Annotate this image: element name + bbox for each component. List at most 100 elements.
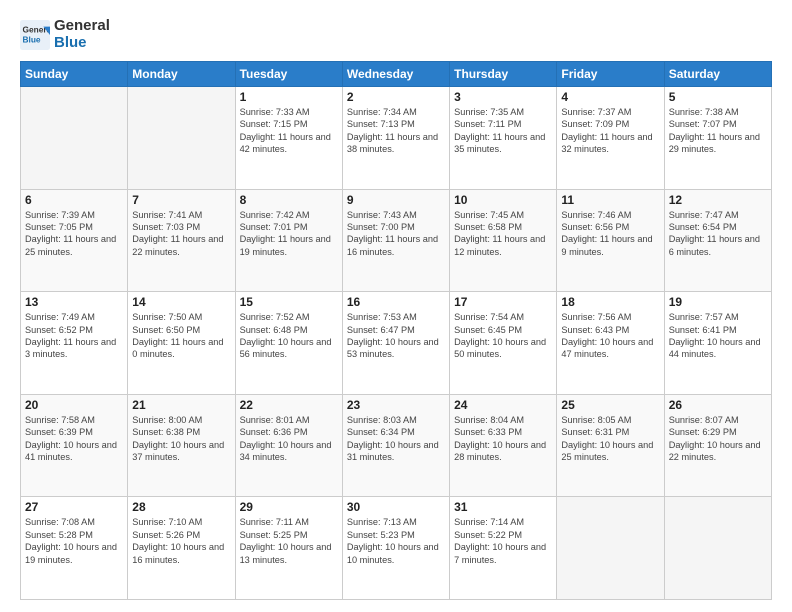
calendar-cell: 4 Sunrise: 7:37 AM Sunset: 7:09 PM Daylig… — [557, 87, 664, 190]
calendar-cell: 27 Sunrise: 7:08 AM Sunset: 5:28 PM Dayli… — [21, 497, 128, 600]
day-number: 23 — [347, 398, 445, 412]
day-number: 29 — [240, 500, 338, 514]
calendar-day-header: Tuesday — [235, 62, 342, 87]
calendar-cell: 10 Sunrise: 7:45 AM Sunset: 6:58 PM Dayli… — [450, 189, 557, 292]
calendar-cell: 7 Sunrise: 7:41 AM Sunset: 7:03 PM Daylig… — [128, 189, 235, 292]
day-number: 19 — [669, 295, 767, 309]
day-number: 11 — [561, 193, 659, 207]
day-info: Sunrise: 7:41 AM Sunset: 7:03 PM Dayligh… — [132, 209, 230, 259]
calendar-cell — [664, 497, 771, 600]
day-info: Sunrise: 7:54 AM Sunset: 6:45 PM Dayligh… — [454, 311, 552, 361]
calendar-week-row: 20 Sunrise: 7:58 AM Sunset: 6:39 PM Dayli… — [21, 394, 772, 497]
calendar-cell: 3Sunrise: 7:35 AM Sunset: 7:11 PM Daylig… — [450, 87, 557, 190]
day-number: 18 — [561, 295, 659, 309]
day-number: 4 — [561, 90, 659, 104]
calendar-cell: 22 Sunrise: 8:01 AM Sunset: 6:36 PM Dayli… — [235, 394, 342, 497]
calendar-header-row: SundayMondayTuesdayWednesdayThursdayFrid… — [21, 62, 772, 87]
calendar-cell: 28Sunrise: 7:10 AM Sunset: 5:26 PM Dayli… — [128, 497, 235, 600]
calendar-cell: 1 Sunrise: 7:33 AM Sunset: 7:15 PM Daylig… — [235, 87, 342, 190]
calendar-cell: 9 Sunrise: 7:43 AM Sunset: 7:00 PM Daylig… — [342, 189, 449, 292]
calendar-week-row: 6 Sunrise: 7:39 AM Sunset: 7:05 PM Daylig… — [21, 189, 772, 292]
day-number: 9 — [347, 193, 445, 207]
calendar-cell — [128, 87, 235, 190]
calendar-cell: 2Sunrise: 7:34 AM Sunset: 7:13 PM Daylig… — [342, 87, 449, 190]
svg-text:Blue: Blue — [23, 34, 41, 44]
calendar-cell: 29Sunrise: 7:11 AM Sunset: 5:25 PM Dayli… — [235, 497, 342, 600]
calendar-cell: 12 Sunrise: 7:47 AM Sunset: 6:54 PM Dayli… — [664, 189, 771, 292]
calendar-cell: 15 Sunrise: 7:52 AM Sunset: 6:48 PM Dayli… — [235, 292, 342, 395]
header: General Blue General Blue — [20, 18, 772, 51]
day-number: 15 — [240, 295, 338, 309]
page: General Blue General Blue SundayMondayTu… — [0, 0, 792, 612]
day-info: Sunrise: 7:52 AM Sunset: 6:48 PM Dayligh… — [240, 311, 338, 361]
logo-text: General Blue — [54, 18, 110, 51]
day-info: Sunrise: 8:04 AM Sunset: 6:33 PM Dayligh… — [454, 414, 552, 464]
calendar-cell: 25 Sunrise: 8:05 AM Sunset: 6:31 PM Dayli… — [557, 394, 664, 497]
calendar-cell: 24 Sunrise: 8:04 AM Sunset: 6:33 PM Dayli… — [450, 394, 557, 497]
day-info: Sunrise: 7:45 AM Sunset: 6:58 PM Dayligh… — [454, 209, 552, 259]
calendar-cell: 23 Sunrise: 8:03 AM Sunset: 6:34 PM Dayli… — [342, 394, 449, 497]
day-info: Sunrise: 7:49 AM Sunset: 6:52 PM Dayligh… — [25, 311, 123, 361]
day-number: 17 — [454, 295, 552, 309]
day-info: Sunrise: 7:38 AM Sunset: 7:07 PM Dayligh… — [669, 106, 767, 156]
calendar-cell — [21, 87, 128, 190]
day-number: 12 — [669, 193, 767, 207]
day-number: 10 — [454, 193, 552, 207]
day-number: 26 — [669, 398, 767, 412]
calendar-cell: 8Sunrise: 7:42 AM Sunset: 7:01 PM Daylig… — [235, 189, 342, 292]
day-number: 21 — [132, 398, 230, 412]
day-number: 13 — [25, 295, 123, 309]
calendar-cell: 11 Sunrise: 7:46 AM Sunset: 6:56 PM Dayli… — [557, 189, 664, 292]
day-number: 6 — [25, 193, 123, 207]
day-number: 22 — [240, 398, 338, 412]
day-info: Sunrise: 7:58 AM Sunset: 6:39 PM Dayligh… — [25, 414, 123, 464]
calendar-week-row: 13 Sunrise: 7:49 AM Sunset: 6:52 PM Dayli… — [21, 292, 772, 395]
calendar-cell: 13 Sunrise: 7:49 AM Sunset: 6:52 PM Dayli… — [21, 292, 128, 395]
day-number: 20 — [25, 398, 123, 412]
calendar-day-header: Sunday — [21, 62, 128, 87]
day-number: 8 — [240, 193, 338, 207]
day-number: 27 — [25, 500, 123, 514]
logo-icon: General Blue — [20, 20, 50, 50]
calendar-cell: 26 Sunrise: 8:07 AM Sunset: 6:29 PM Dayli… — [664, 394, 771, 497]
day-number: 5 — [669, 90, 767, 104]
calendar-cell: 5 Sunrise: 7:38 AM Sunset: 7:07 PM Daylig… — [664, 87, 771, 190]
calendar-cell: 6 Sunrise: 7:39 AM Sunset: 7:05 PM Daylig… — [21, 189, 128, 292]
day-number: 1 — [240, 90, 338, 104]
day-number: 16 — [347, 295, 445, 309]
day-info: Sunrise: 8:07 AM Sunset: 6:29 PM Dayligh… — [669, 414, 767, 464]
calendar-day-header: Wednesday — [342, 62, 449, 87]
day-info: Sunrise: 8:01 AM Sunset: 6:36 PM Dayligh… — [240, 414, 338, 464]
day-info: Sunrise: 7:14 AM Sunset: 5:22 PM Dayligh… — [454, 516, 552, 566]
day-info: Sunrise: 7:13 AM Sunset: 5:23 PM Dayligh… — [347, 516, 445, 566]
day-info: Sunrise: 7:57 AM Sunset: 6:41 PM Dayligh… — [669, 311, 767, 361]
day-info: Sunrise: 8:00 AM Sunset: 6:38 PM Dayligh… — [132, 414, 230, 464]
day-info: Sunrise: 7:46 AM Sunset: 6:56 PM Dayligh… — [561, 209, 659, 259]
calendar-body: 1 Sunrise: 7:33 AM Sunset: 7:15 PM Daylig… — [21, 87, 772, 600]
day-number: 24 — [454, 398, 552, 412]
day-number: 3 — [454, 90, 552, 104]
day-info: Sunrise: 7:10 AM Sunset: 5:26 PM Dayligh… — [132, 516, 230, 566]
day-info: Sunrise: 7:08 AM Sunset: 5:28 PM Dayligh… — [25, 516, 123, 566]
day-info: Sunrise: 7:33 AM Sunset: 7:15 PM Dayligh… — [240, 106, 338, 156]
calendar-cell — [557, 497, 664, 600]
day-info: Sunrise: 7:56 AM Sunset: 6:43 PM Dayligh… — [561, 311, 659, 361]
day-info: Sunrise: 7:39 AM Sunset: 7:05 PM Dayligh… — [25, 209, 123, 259]
calendar-cell: 16 Sunrise: 7:53 AM Sunset: 6:47 PM Dayli… — [342, 292, 449, 395]
calendar-cell: 17 Sunrise: 7:54 AM Sunset: 6:45 PM Dayli… — [450, 292, 557, 395]
day-info: Sunrise: 7:43 AM Sunset: 7:00 PM Dayligh… — [347, 209, 445, 259]
day-info: Sunrise: 8:05 AM Sunset: 6:31 PM Dayligh… — [561, 414, 659, 464]
day-info: Sunrise: 7:53 AM Sunset: 6:47 PM Dayligh… — [347, 311, 445, 361]
calendar-table: SundayMondayTuesdayWednesdayThursdayFrid… — [20, 61, 772, 600]
day-number: 25 — [561, 398, 659, 412]
day-info: Sunrise: 7:47 AM Sunset: 6:54 PM Dayligh… — [669, 209, 767, 259]
day-number: 7 — [132, 193, 230, 207]
day-number: 14 — [132, 295, 230, 309]
calendar-cell: 21 Sunrise: 8:00 AM Sunset: 6:38 PM Dayli… — [128, 394, 235, 497]
day-info: Sunrise: 7:37 AM Sunset: 7:09 PM Dayligh… — [561, 106, 659, 156]
day-number: 30 — [347, 500, 445, 514]
day-info: Sunrise: 7:50 AM Sunset: 6:50 PM Dayligh… — [132, 311, 230, 361]
calendar-day-header: Monday — [128, 62, 235, 87]
day-number: 31 — [454, 500, 552, 514]
day-info: Sunrise: 8:03 AM Sunset: 6:34 PM Dayligh… — [347, 414, 445, 464]
